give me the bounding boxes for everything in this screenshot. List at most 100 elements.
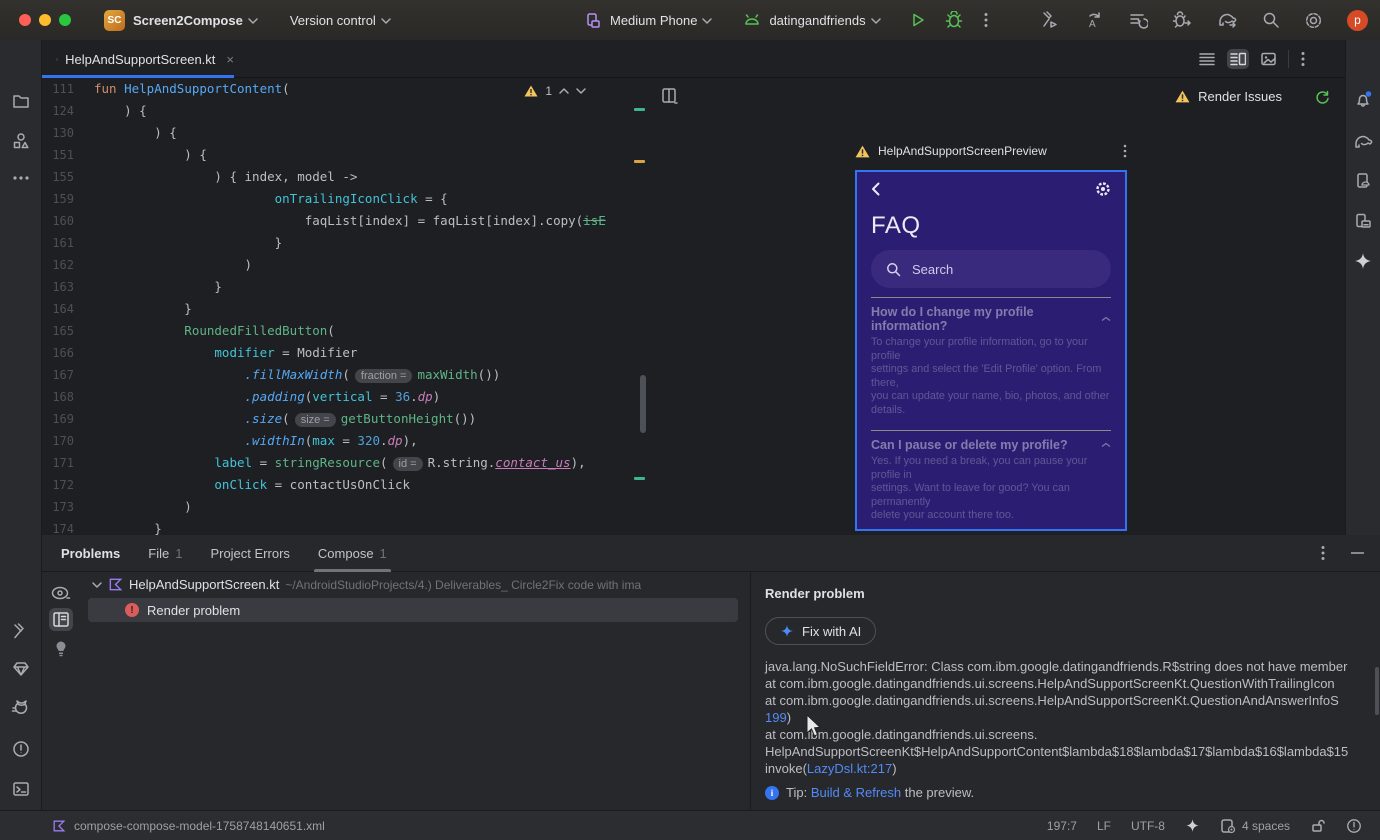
apply-changes-icon[interactable]: A	[1084, 10, 1104, 30]
unlock-icon[interactable]	[1310, 818, 1326, 834]
code-line-170[interactable]: 170 .widthIn(max = 320.dp),	[42, 430, 648, 452]
search-icon[interactable]	[1262, 11, 1280, 29]
code-line-130[interactable]: 130 ) {	[42, 122, 648, 144]
hide-panel-icon[interactable]	[1351, 552, 1364, 554]
apply-code-changes-icon[interactable]	[1128, 10, 1148, 30]
code-line-151[interactable]: 151 ) {	[42, 144, 648, 166]
refresh-preview-icon[interactable]	[1314, 88, 1331, 105]
code-line-161[interactable]: 161 }	[42, 232, 648, 254]
code-line-171[interactable]: 171 label = stringResource(id = R.string.…	[42, 452, 648, 474]
preview-eye-icon[interactable]	[51, 586, 71, 600]
build-refresh-link[interactable]: Build & Refresh	[811, 785, 901, 800]
attach-debugger-icon[interactable]	[1172, 10, 1192, 30]
gradle-sync-icon[interactable]	[1216, 10, 1238, 30]
tab-compose[interactable]: Compose 1	[313, 535, 391, 572]
run-button[interactable]	[910, 12, 926, 28]
gemini-sparkle-icon[interactable]	[1354, 252, 1372, 270]
editor-tab[interactable]: HelpAndSupportScreen.kt ×	[42, 40, 234, 78]
stack-trace-link[interactable]: 199	[765, 710, 787, 725]
build-tool-icon[interactable]	[12, 622, 30, 640]
detail-scrollbar[interactable]	[1375, 667, 1379, 715]
inspections-widget[interactable]: 1	[524, 84, 586, 98]
status-file-name[interactable]: compose-compose-model-1758748140651.xml	[74, 819, 325, 833]
user-avatar[interactable]: p	[1347, 9, 1368, 31]
code-line-167[interactable]: 167 .fillMaxWidth(fraction = maxWidth())	[42, 364, 648, 386]
device-selector[interactable]: Medium Phone	[585, 12, 713, 29]
analysis-mark-teal[interactable]	[634, 108, 645, 111]
code-line-165[interactable]: 165 RoundedFilledButton(	[42, 320, 648, 342]
editor-options-icon[interactable]	[1301, 51, 1305, 67]
analysis-mark-teal[interactable]	[634, 477, 645, 480]
details-view-toggle[interactable]	[49, 608, 73, 631]
code-line-124[interactable]: 124 ) {	[42, 100, 648, 122]
vcs-widget[interactable]: Version control	[282, 13, 391, 28]
faq-item[interactable]: Can I pause or delete my profile? Yes. If…	[871, 430, 1111, 523]
render-problem-row[interactable]: ! Render problem	[88, 598, 738, 622]
render-issues-label[interactable]: Render Issues	[1198, 89, 1282, 104]
tab-file[interactable]: File 1	[148, 535, 182, 572]
next-issue-chevron-icon[interactable]	[576, 88, 586, 94]
code-line-164[interactable]: 164 }	[42, 298, 648, 320]
app-quality-insights-icon[interactable]	[12, 660, 30, 678]
vcs-label: Version control	[289, 12, 376, 28]
project-tool-icon[interactable]	[12, 92, 30, 110]
preview-menu-icon[interactable]	[1123, 144, 1127, 158]
notifications-bell-icon[interactable]	[1353, 90, 1373, 110]
split-view-toggle[interactable]	[1227, 49, 1249, 69]
code-line-155[interactable]: 155 ) { index, model ->	[42, 166, 648, 188]
build-run-icon[interactable]	[1040, 10, 1060, 30]
code-line-174[interactable]: 174 }	[42, 518, 648, 535]
close-window-button[interactable]	[19, 14, 31, 26]
code-line-172[interactable]: 172 onClick = contactUsOnClick	[42, 474, 648, 496]
code-line-169[interactable]: 169 .size(size = getButtonHeight())	[42, 408, 648, 430]
more-tool-windows-icon[interactable]	[12, 176, 29, 180]
ai-status-sparkle-icon[interactable]	[1185, 818, 1200, 833]
line-separator[interactable]: LF	[1097, 819, 1111, 833]
device-manager-icon[interactable]	[1354, 172, 1372, 190]
code-line-159[interactable]: 159 onTrailingIconClick = {	[42, 188, 648, 210]
problems-file-row[interactable]: HelpAndSupportScreen.kt ~/AndroidStudioP…	[80, 572, 750, 597]
settings-gear-icon[interactable]	[1304, 11, 1323, 30]
logcat-icon[interactable]	[11, 700, 31, 718]
design-view-toggle[interactable]	[1261, 52, 1276, 66]
project-selector[interactable]: Screen2Compose	[125, 13, 258, 28]
prev-issue-chevron-icon[interactable]	[559, 88, 569, 94]
inspections-status-icon[interactable]	[1346, 818, 1362, 834]
resource-manager-icon[interactable]	[12, 132, 30, 150]
faq-item[interactable]: How do I change my profile information? T…	[871, 297, 1111, 417]
problems-tool-icon[interactable]	[12, 740, 30, 758]
quickfix-bulb-icon[interactable]	[55, 640, 67, 657]
indent-widget[interactable]: 4 spaces	[1220, 818, 1290, 834]
phone-preview[interactable]: FAQ Search How do I change my profile in…	[855, 170, 1127, 531]
zoom-window-button[interactable]	[59, 14, 71, 26]
terminal-tool-icon[interactable]	[12, 780, 30, 798]
code-line-168[interactable]: 168 .padding(vertical = 36.dp)	[42, 386, 648, 408]
stack-trace-link[interactable]: LazyDsl.kt:217	[807, 761, 892, 776]
running-devices-icon[interactable]	[1354, 212, 1372, 230]
caret-position[interactable]: 197:7	[1047, 819, 1077, 833]
gradle-tool-icon[interactable]	[1352, 132, 1374, 152]
code-line-163[interactable]: 163 }	[42, 276, 648, 298]
tab-close-icon[interactable]: ×	[226, 52, 234, 67]
code-line-160[interactable]: 160 faqList[index] = faqList[index].copy…	[42, 210, 648, 232]
tab-project-errors[interactable]: Project Errors	[210, 535, 289, 572]
editor-scrollbar[interactable]	[640, 375, 646, 433]
expand-chevron-icon[interactable]	[92, 581, 102, 588]
tool-window-title[interactable]: Problems	[61, 546, 120, 561]
minimize-window-button[interactable]	[39, 14, 51, 26]
analysis-mark-warning[interactable]	[634, 160, 645, 163]
indent-icon	[1221, 818, 1236, 833]
code-editor[interactable]: 111 fun HelpAndSupportContent(124 ) {130 …	[42, 78, 648, 535]
file-encoding[interactable]: UTF-8	[1131, 819, 1165, 833]
preview-layout-icon[interactable]	[661, 87, 679, 105]
code-line-162[interactable]: 162 )	[42, 254, 648, 276]
code-line-166[interactable]: 166 modifier = Modifier	[42, 342, 648, 364]
panel-options-icon[interactable]	[1321, 545, 1325, 561]
debug-button[interactable]	[945, 11, 963, 29]
more-actions-button[interactable]	[984, 12, 988, 28]
code-view-toggle[interactable]	[1199, 52, 1215, 66]
fix-with-ai-button[interactable]: Fix with AI	[765, 617, 877, 645]
code-lines[interactable]: 111 fun HelpAndSupportContent(124 ) {130 …	[42, 78, 648, 535]
code-line-173[interactable]: 173 )	[42, 496, 648, 518]
run-configuration-selector[interactable]: datingandfriends	[743, 13, 881, 28]
